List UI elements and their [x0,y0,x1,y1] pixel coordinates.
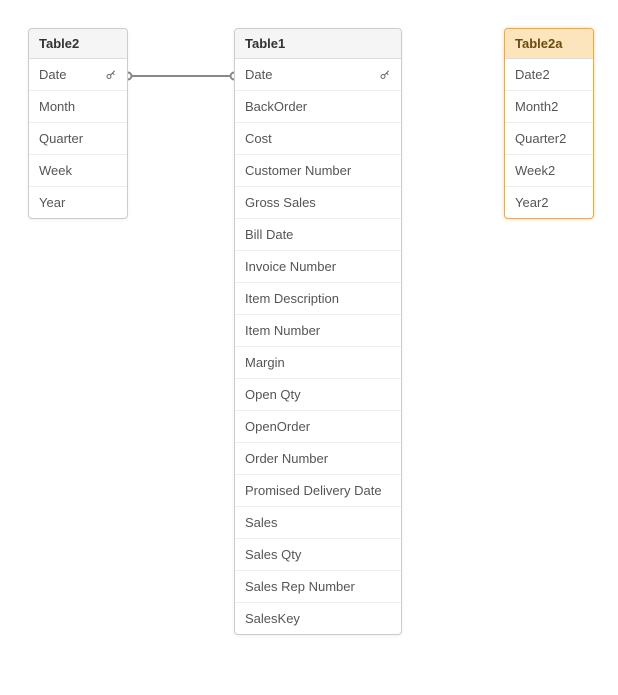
table-body: Date2 Month2 Quarter2 Week2 Year2 [505,59,593,218]
key-icon [379,69,391,81]
field-label: Quarter [39,131,117,146]
table-body: Date BackOrder Cost Customer Number Gross Sa… [235,59,401,634]
field-row[interactable]: Open Qty [235,379,401,411]
table-header[interactable]: Table2a [505,29,593,59]
field-label: Date [245,67,373,82]
field-label: Bill Date [245,227,391,242]
field-label: Quarter2 [515,131,583,146]
field-row[interactable]: Item Number [235,315,401,347]
table-card-table2[interactable]: Table2 Date Month Quarter Week Year [28,28,128,219]
field-row[interactable]: BackOrder [235,91,401,123]
field-row[interactable]: SalesKey [235,603,401,634]
field-label: Cost [245,131,391,146]
field-row[interactable]: Year [29,187,127,218]
field-label: Year [39,195,117,210]
field-label: Sales Qty [245,547,391,562]
field-label: SalesKey [245,611,391,626]
field-label: Week2 [515,163,583,178]
field-row[interactable]: Promised Delivery Date [235,475,401,507]
field-row[interactable]: Month [29,91,127,123]
field-label: Invoice Number [245,259,391,274]
field-row[interactable]: Week [29,155,127,187]
field-label: Week [39,163,117,178]
data-model-canvas[interactable]: Table2 Date Month Quarter Week Year Table1 D… [0,0,618,695]
field-row[interactable]: Month2 [505,91,593,123]
field-row[interactable]: Date [235,59,401,91]
field-row[interactable]: Sales [235,507,401,539]
field-label: Year2 [515,195,583,210]
field-label: Margin [245,355,391,370]
field-row[interactable]: Date2 [505,59,593,91]
field-label: Sales Rep Number [245,579,391,594]
field-label: Date2 [515,67,583,82]
field-row[interactable]: OpenOrder [235,411,401,443]
table-title-label: Table1 [245,36,285,51]
field-label: Open Qty [245,387,391,402]
table-body: Date Month Quarter Week Year [29,59,127,218]
table-card-table1[interactable]: Table1 Date BackOrder Cost Customer Number G… [234,28,402,635]
field-label: Item Description [245,291,391,306]
table-title-label: Table2a [515,36,562,51]
field-label: OpenOrder [245,419,391,434]
field-label: Month2 [515,99,583,114]
field-row[interactable]: Sales Qty [235,539,401,571]
field-label: Item Number [245,323,391,338]
field-label: Order Number [245,451,391,466]
field-row[interactable]: Gross Sales [235,187,401,219]
table-card-table2a[interactable]: Table2a Date2 Month2 Quarter2 Week2 Year2 [504,28,594,219]
field-row[interactable]: Date [29,59,127,91]
field-row[interactable]: Week2 [505,155,593,187]
table-title-label: Table2 [39,36,79,51]
field-row[interactable]: Customer Number [235,155,401,187]
field-label: Promised Delivery Date [245,483,391,498]
field-label: Month [39,99,117,114]
table-header[interactable]: Table2 [29,29,127,59]
field-row[interactable]: Year2 [505,187,593,218]
field-row[interactable]: Quarter2 [505,123,593,155]
field-row[interactable]: Cost [235,123,401,155]
table-header[interactable]: Table1 [235,29,401,59]
key-icon [105,69,117,81]
field-row[interactable]: Margin [235,347,401,379]
field-label: BackOrder [245,99,391,114]
field-row[interactable]: Bill Date [235,219,401,251]
field-label: Date [39,67,99,82]
field-row[interactable]: Order Number [235,443,401,475]
field-label: Sales [245,515,391,530]
field-row[interactable]: Quarter [29,123,127,155]
field-row[interactable]: Invoice Number [235,251,401,283]
field-label: Customer Number [245,163,391,178]
field-label: Gross Sales [245,195,391,210]
field-row[interactable]: Sales Rep Number [235,571,401,603]
field-row[interactable]: Item Description [235,283,401,315]
